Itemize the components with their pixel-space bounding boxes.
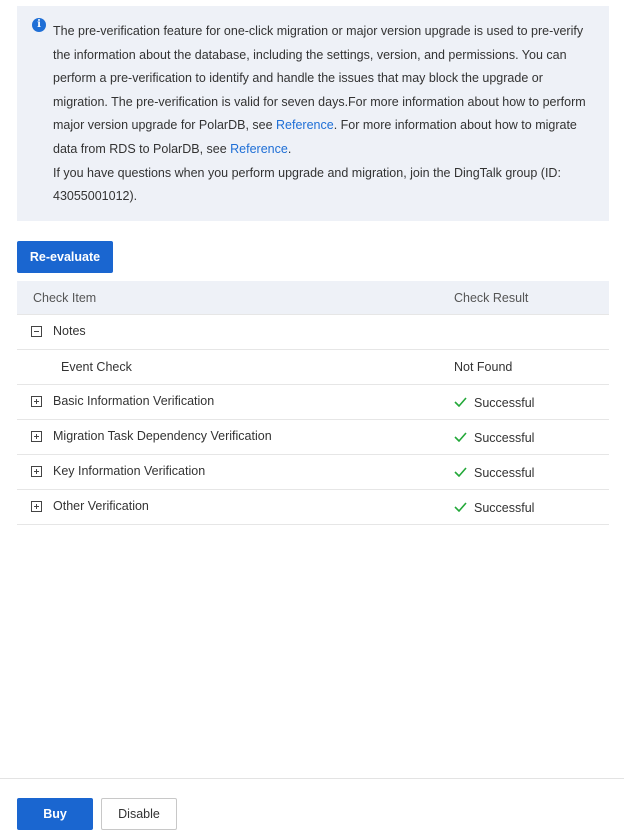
collapse-icon[interactable] — [31, 326, 42, 337]
row-item-label: Basic Information Verification — [53, 394, 215, 408]
reference-link-rds-migration[interactable]: Reference — [230, 142, 288, 156]
check-icon — [454, 397, 467, 407]
notice-dingtalk-text: If you have questions when you perform u… — [53, 165, 561, 204]
reference-link-major-upgrade[interactable]: Reference — [276, 118, 334, 132]
row-result-text: Successful — [474, 396, 535, 410]
row-result-text: Not Found — [454, 360, 513, 374]
buy-button[interactable]: Buy — [17, 798, 93, 830]
disable-button[interactable]: Disable — [101, 798, 177, 830]
row-item-label: Event Check — [61, 360, 132, 374]
expand-icon[interactable] — [31, 396, 42, 407]
row-item-label: Other Verification — [53, 499, 149, 513]
table-header: Check Item Check Result — [17, 281, 609, 315]
table-row-other: Other Verification Successful — [17, 490, 609, 525]
notice-text-part1: The pre-verification feature for one-cli… — [53, 24, 586, 133]
expand-icon[interactable] — [31, 466, 42, 477]
expand-icon[interactable] — [31, 431, 42, 442]
info-icon: i — [32, 18, 46, 32]
expand-icon[interactable] — [31, 501, 42, 512]
row-item-label: Notes — [53, 324, 86, 338]
table-row-event-check: Event Check Not Found — [17, 350, 609, 385]
header-check-result: Check Result — [454, 291, 529, 305]
notice-text: The pre-verification feature for one-cli… — [53, 20, 593, 162]
row-result-text: Successful — [474, 466, 535, 480]
table-row-notes: Notes — [17, 315, 609, 350]
row-item-label: Migration Task Dependency Verification — [53, 429, 272, 443]
notice-text-part3: . — [287, 141, 292, 156]
pre-verification-notice: i The pre-verification feature for one-c… — [17, 6, 609, 221]
check-table: Check Item Check Result Notes Event Chec… — [17, 281, 609, 525]
check-icon — [454, 432, 467, 442]
check-icon — [454, 467, 467, 477]
row-result-text: Successful — [474, 431, 535, 445]
row-item-label: Key Information Verification — [53, 464, 206, 478]
row-result-text: Successful — [474, 501, 535, 515]
footer-divider — [0, 778, 624, 779]
re-evaluate-button[interactable]: Re-evaluate — [17, 241, 113, 273]
check-icon — [454, 502, 467, 512]
table-row-migration-task: Migration Task Dependency Verification S… — [17, 420, 609, 455]
table-row-basic-info: Basic Information Verification Successfu… — [17, 385, 609, 420]
table-row-key-info: Key Information Verification Successful — [17, 455, 609, 490]
header-check-item: Check Item — [33, 291, 97, 305]
